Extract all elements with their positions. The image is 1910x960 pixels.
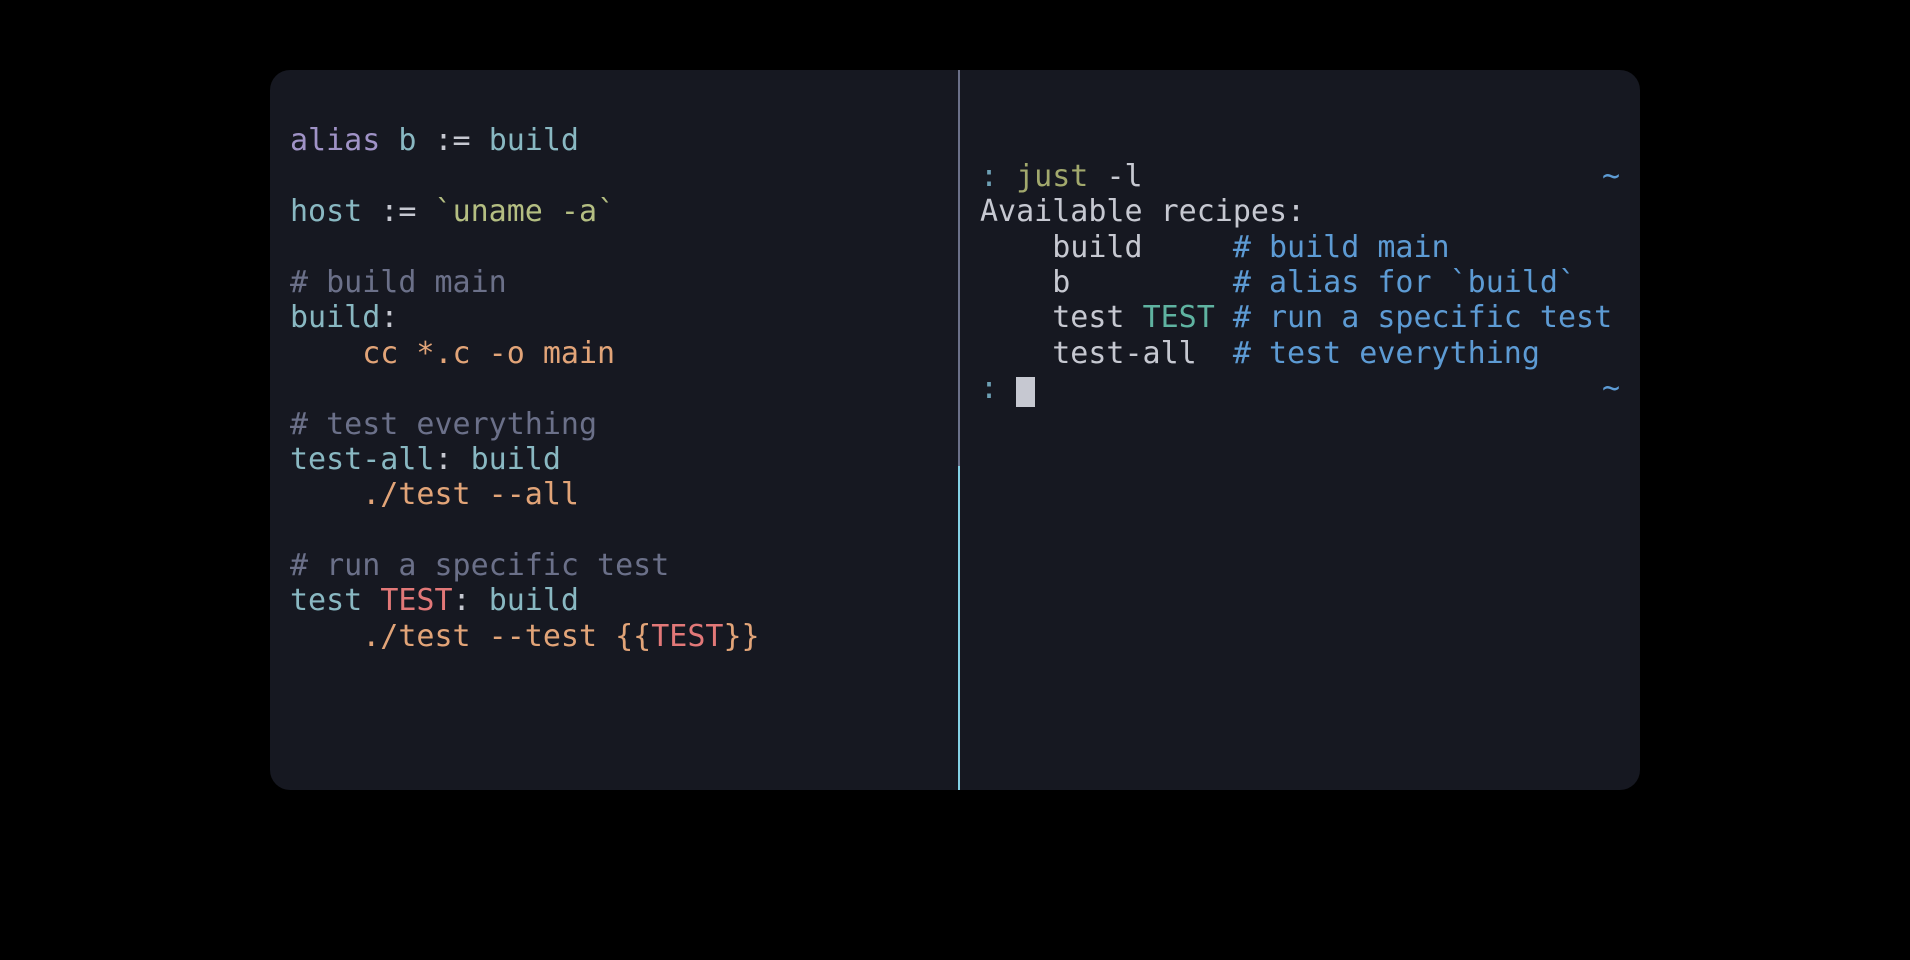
comment-test: # run a specific test: [290, 548, 669, 583]
recipe-arg-TEST: TEST: [380, 583, 452, 618]
recipe-desc-test: run a specific test: [1269, 300, 1612, 335]
interp-open: {{: [615, 619, 651, 654]
pad: [980, 300, 1052, 335]
var-host: host: [290, 194, 380, 229]
indent: [290, 336, 362, 371]
recipe-build: build: [290, 300, 380, 335]
backtick-open: `: [435, 194, 453, 229]
terminal-window: alias b := build host := `uname -a` # bu…: [270, 70, 1640, 790]
cursor: [1016, 377, 1035, 407]
active-pane-indicator: [958, 466, 960, 790]
cmd-testall: ./test --all: [362, 477, 579, 512]
dep-build: build: [489, 583, 579, 618]
recipe-desc-b: alias for `build`: [1269, 265, 1576, 300]
cmd-just: just: [1016, 159, 1106, 194]
comment-testall: # test everything: [290, 407, 597, 442]
recipe-testall: test-all: [290, 442, 435, 477]
prompt-char: :: [980, 371, 1016, 406]
alias-name: b: [398, 123, 434, 158]
assign-op: :=: [380, 194, 434, 229]
tilde-marker: ~: [1602, 371, 1620, 406]
output-header: Available recipes:: [980, 194, 1305, 229]
recipe-name-build: build: [1052, 230, 1233, 265]
alias-target: build: [489, 123, 579, 158]
indent: [290, 477, 362, 512]
recipe-name-b: b: [1052, 265, 1233, 300]
recipe-name-test: test: [1052, 300, 1142, 335]
backtick-close: `: [597, 194, 615, 229]
keyword-alias: alias: [290, 123, 398, 158]
shell-pane[interactable]: : just -l ~ Available recipes: build # bu…: [960, 70, 1640, 790]
colon: :: [453, 583, 489, 618]
recipe-test: test: [290, 583, 380, 618]
prompt-char: :: [980, 159, 1016, 194]
colon: :: [380, 300, 398, 335]
backtick-cmd: uname -a: [453, 194, 598, 229]
assign-op: :=: [435, 123, 489, 158]
pad: [980, 336, 1052, 371]
editor-pane[interactable]: alias b := build host := `uname -a` # bu…: [270, 70, 960, 790]
tilde-marker: ~: [1602, 159, 1620, 194]
hash: #: [1233, 265, 1269, 300]
colon: :: [435, 442, 471, 477]
comment-build: # build main: [290, 265, 507, 300]
recipe-desc-build: build main: [1269, 230, 1450, 265]
pad: [980, 230, 1052, 265]
interp-var-TEST: TEST: [651, 619, 723, 654]
hash: #: [1233, 300, 1269, 335]
recipe-arg-TEST: TEST: [1143, 300, 1233, 335]
interp-close: }}: [724, 619, 760, 654]
cmd-flag-l: -l: [1106, 159, 1142, 194]
pad: [980, 265, 1052, 300]
cmd-test: ./test --test: [362, 619, 615, 654]
recipe-desc-testall: test everything: [1269, 336, 1540, 371]
indent: [290, 619, 362, 654]
cmd-cc: cc *.c -o main: [362, 336, 615, 371]
dep-build: build: [471, 442, 561, 477]
recipe-name-testall: test-all: [1052, 336, 1233, 371]
hash: #: [1233, 230, 1269, 265]
hash: #: [1233, 336, 1269, 371]
